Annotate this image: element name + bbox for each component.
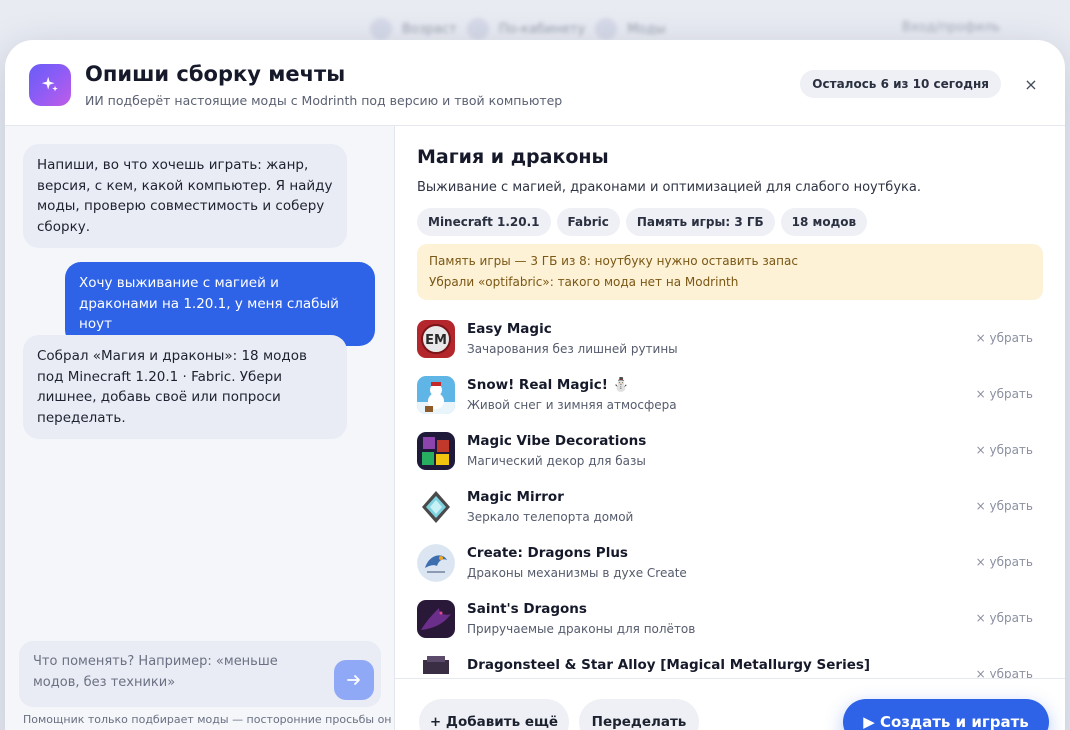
pack-tags: Minecraft 1.20.1 Fabric Память игры: 3 Г… — [417, 208, 868, 236]
arrow-right-icon — [347, 675, 360, 685]
mod-list: EM Easy Magic Зачарования без лишней рут… — [417, 316, 1043, 678]
send-button[interactable] — [334, 660, 374, 700]
decor-blocks-icon — [417, 432, 455, 470]
dragon-icon — [417, 600, 455, 638]
remove-mod-button[interactable]: × убрать — [976, 443, 1033, 457]
sparkles-icon — [29, 64, 71, 106]
background-step: Моды — [627, 21, 666, 37]
modpack-builder-dialog: Опиши сборку мечты ИИ подберёт настоящие… — [5, 40, 1065, 730]
chat-input-box — [19, 641, 381, 707]
mod-description: Драконы механизмы в духе Create — [467, 566, 687, 580]
notice-line: Убрали «optifabric»: такого мода нет на … — [429, 275, 739, 289]
remove-mod-button[interactable]: × убрать — [976, 667, 1033, 678]
notice-line: Память игры — 3 ГБ из 8: ноутбуку нужно … — [429, 254, 798, 268]
mod-description: Зеркало телепорта домой — [467, 510, 634, 524]
step-dot-icon — [466, 18, 489, 40]
tag-version: Minecraft 1.20.1 — [417, 208, 551, 236]
create-and-play-button[interactable]: ▶ Создать и играть — [843, 699, 1049, 730]
pack-title: Магия и драконы — [417, 146, 609, 168]
mod-name: Create: Dragons Plus — [467, 545, 628, 561]
mod-name: Magic Mirror — [467, 489, 564, 505]
mod-name: Easy Magic — [467, 321, 552, 337]
tag-loader: Fabric — [556, 208, 620, 236]
remove-mod-button[interactable]: × убрать — [976, 387, 1033, 401]
tag-memory: Память игры: 3 ГБ — [625, 208, 775, 236]
background-right-label: Вход/профиль — [901, 20, 1000, 35]
dialog-subtitle: ИИ подберёт настоящие моды с Modrinth по… — [85, 93, 563, 108]
mod-item: Snow! Real Magic! ⛄ Живой снег и зимняя … — [417, 372, 1043, 428]
mod-name: Snow! Real Magic! ⛄ — [467, 377, 630, 393]
action-footer: + Добавить ещё Переделать ▶ Создать и иг… — [395, 678, 1065, 730]
mod-item: Dragonsteel & Star Alloy [Magical Metall… — [417, 652, 1043, 678]
mod-item: Magic Vibe Decorations Магический декор … — [417, 428, 1043, 484]
pack-panel: Магия и драконы Выживание с магией, драк… — [395, 126, 1065, 730]
background-step: По-кабинету — [498, 21, 586, 37]
redo-button[interactable]: Переделать — [579, 699, 699, 730]
snowman-icon — [417, 376, 455, 414]
mod-item: Create: Dragons Plus Драконы механизмы в… — [417, 540, 1043, 596]
chat-disclaimer: Помощник только подбирает моды — посторо… — [23, 713, 392, 726]
mod-item: EM Easy Magic Зачарования без лишней рут… — [417, 316, 1043, 372]
step-dot-icon — [595, 18, 618, 40]
warning-notice: Память игры — 3 ГБ из 8: ноутбуку нужно … — [417, 244, 1043, 300]
remove-mod-button[interactable]: × убрать — [976, 499, 1033, 513]
chat-message-user: Хочу выживание с магией и драконами на 1… — [65, 262, 375, 346]
mod-name: Saint's Dragons — [467, 601, 587, 617]
remove-mod-button[interactable]: × убрать — [976, 555, 1033, 569]
mod-description: Приручаемые драконы для полётов — [467, 622, 696, 636]
easy-magic-icon: EM — [417, 320, 455, 358]
mod-item: Saint's Dragons Приручаемые драконы для … — [417, 596, 1043, 652]
step-dot-icon — [370, 18, 392, 40]
dragonsteel-icon — [417, 656, 455, 678]
close-icon: × — [1024, 74, 1038, 94]
mod-name: Dragonsteel & Star Alloy [Magical Metall… — [467, 657, 871, 673]
remove-mod-button[interactable]: × убрать — [976, 331, 1033, 345]
dragon-mech-icon — [417, 544, 455, 582]
mirror-icon — [417, 488, 455, 526]
remove-mod-button[interactable]: × убрать — [976, 611, 1033, 625]
chat-panel: Напиши, во что хочешь играть: жанр, верс… — [5, 126, 395, 730]
close-button[interactable]: × — [1019, 72, 1043, 96]
tag-mod-count: 18 модов — [780, 208, 868, 236]
chat-message-ai: Собрал «Магия и драконы»: 18 модов под M… — [23, 335, 347, 439]
svg-text:EM: EM — [425, 333, 447, 348]
mod-item: Magic Mirror Зеркало телепорта домой × у… — [417, 484, 1043, 540]
mod-description: Живой снег и зимняя атмосфера — [467, 398, 677, 412]
dialog-header: Опиши сборку мечты ИИ подберёт настоящие… — [5, 40, 1065, 126]
chat-input[interactable] — [33, 651, 325, 699]
mod-description: Зачарования без лишней рутины — [467, 342, 678, 356]
quota-badge: Осталось 6 из 10 сегодня — [800, 70, 1001, 98]
mod-name: Magic Vibe Decorations — [467, 433, 647, 449]
background-step: Возраст — [402, 21, 457, 37]
add-more-button[interactable]: + Добавить ещё — [419, 699, 569, 730]
chat-message-ai: Напиши, во что хочешь играть: жанр, верс… — [23, 144, 347, 248]
dialog-title: Опиши сборку мечты — [85, 62, 346, 86]
pack-description: Выживание с магией, драконами и оптимиза… — [417, 180, 921, 195]
mod-description: Магический декор для базы — [467, 454, 646, 468]
